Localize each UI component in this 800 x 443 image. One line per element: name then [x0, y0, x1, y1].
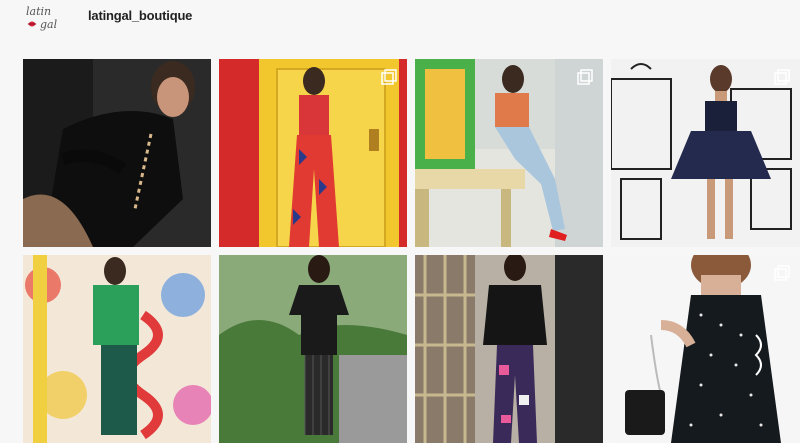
post-tile[interactable] [611, 255, 800, 443]
post-tile[interactable] [219, 59, 407, 247]
post-tile[interactable] [611, 59, 800, 247]
post-image-red-printed-set [219, 59, 407, 247]
carousel-icon [774, 265, 790, 281]
post-tile[interactable] [415, 59, 603, 247]
post-image-floral-top-jeans [415, 59, 603, 247]
profile-avatar[interactable]: latin gal [24, 2, 70, 32]
post-tile[interactable] [219, 255, 407, 443]
post-tile[interactable] [415, 255, 603, 443]
profile-header: latin gal latingal_boutique [0, 0, 800, 50]
svg-text:latin: latin [26, 5, 51, 18]
carousel-icon [381, 69, 397, 85]
post-image-black-dress-garden [219, 255, 407, 443]
post-image-tweed-dress-chain-bag [611, 255, 800, 443]
carousel-icon [577, 69, 593, 85]
post-grid [23, 59, 800, 443]
carousel-icon [774, 69, 790, 85]
latingal-logo-icon: latin gal [26, 5, 58, 31]
post-image-black-cutout-dress [23, 59, 211, 247]
post-image-green-sweater-art-wall [23, 255, 211, 443]
post-image-navy-tulle-dress [611, 59, 800, 247]
post-image-leather-jacket-print-pants [415, 255, 603, 443]
post-tile[interactable] [23, 255, 211, 443]
post-tile[interactable] [23, 59, 211, 247]
profile-username[interactable]: latingal_boutique [88, 8, 192, 23]
svg-text:gal: gal [40, 18, 58, 31]
